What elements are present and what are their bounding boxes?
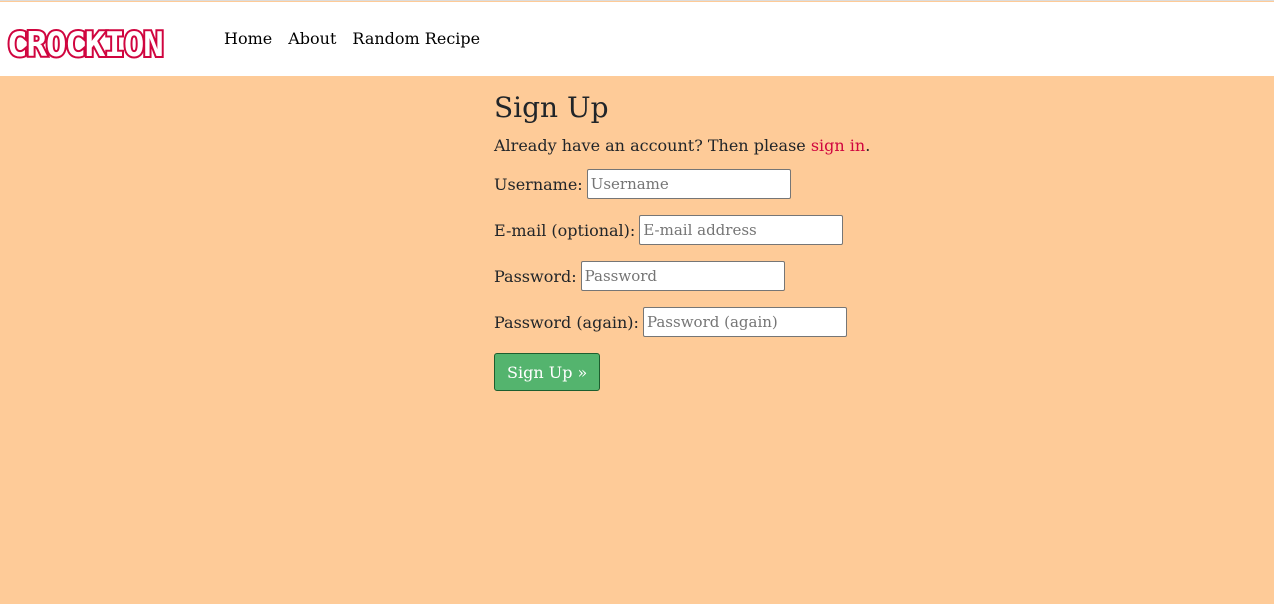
signin-prompt: Already have an account? Then please sig… xyxy=(494,136,994,156)
nav-about-link[interactable]: About xyxy=(288,29,336,49)
email-label: E-mail (optional): xyxy=(494,220,636,240)
signup-button[interactable]: Sign Up » xyxy=(494,353,601,391)
logo-graphic: CROCKION xyxy=(5,23,166,62)
signin-prompt-text: Already have an account? Then please xyxy=(494,136,811,155)
signin-prompt-suffix: . xyxy=(865,136,871,155)
email-row: E-mail (optional): xyxy=(494,215,994,245)
username-input[interactable] xyxy=(586,169,791,199)
brand-logo[interactable]: CROCKION xyxy=(5,22,199,62)
password-again-input[interactable] xyxy=(642,307,847,337)
navbar: CROCKION Home About Random Recipe xyxy=(0,2,1274,76)
nav-links: Home About Random Recipe xyxy=(224,29,480,49)
page-title: Sign Up xyxy=(494,91,609,124)
top-divider xyxy=(0,0,1274,1)
signup-form: Username: E-mail (optional): Password: P… xyxy=(494,169,994,391)
username-row: Username: xyxy=(494,169,994,199)
password-label: Password: xyxy=(494,266,577,286)
email-input[interactable] xyxy=(639,215,844,245)
password-input[interactable] xyxy=(580,261,785,291)
signup-content: Sign Up Already have an account? Then pl… xyxy=(494,90,994,391)
password-again-label: Password (again): xyxy=(494,312,639,332)
logo-text: CROCKION xyxy=(7,25,163,62)
username-label: Username: xyxy=(494,174,583,194)
nav-home-link[interactable]: Home xyxy=(224,29,272,49)
password-row: Password: xyxy=(494,261,994,291)
password-again-row: Password (again): xyxy=(494,307,994,337)
signin-link[interactable]: sign in xyxy=(811,136,865,155)
nav-random-recipe-link[interactable]: Random Recipe xyxy=(352,29,480,49)
